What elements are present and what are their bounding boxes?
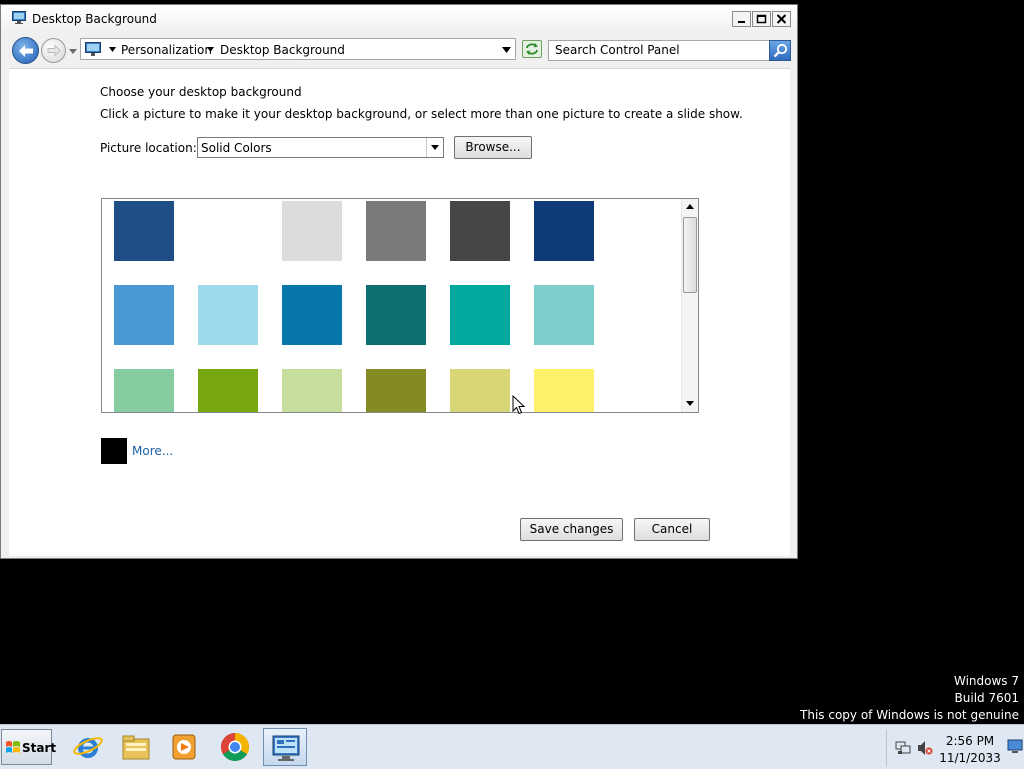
title-bar[interactable]: Desktop Background	[1, 5, 797, 32]
back-arrow-icon	[19, 45, 33, 57]
color-swatch[interactable]	[198, 285, 258, 345]
chevron-down-icon	[431, 145, 439, 150]
clock-date: 11/1/2033	[939, 751, 1001, 765]
color-swatch[interactable]	[114, 285, 174, 345]
maximize-icon	[756, 14, 767, 24]
chrome-icon	[221, 733, 249, 761]
browse-button[interactable]: Browse...	[454, 136, 532, 159]
scroll-down-arrow-icon	[686, 401, 694, 406]
content-pane: Choose your desktop background Click a p…	[9, 68, 790, 556]
recent-pages-chevron-icon[interactable]	[69, 49, 77, 54]
picture-location-label: Picture location:	[100, 141, 197, 155]
scroll-down-button[interactable]	[682, 396, 698, 412]
scroll-up-arrow-icon	[686, 204, 694, 209]
taskbar-control-panel[interactable]	[263, 728, 307, 766]
color-swatch[interactable]	[534, 369, 594, 412]
forward-button[interactable]	[41, 38, 66, 63]
more-colors-link[interactable]: More...	[132, 444, 173, 458]
mouse-cursor-icon	[512, 395, 525, 415]
watermark-genuine-notice: This copy of Windows is not genuine	[800, 708, 1019, 722]
refresh-button[interactable]	[522, 40, 542, 58]
color-swatch[interactable]	[282, 201, 342, 261]
window-title: Desktop Background	[32, 12, 157, 26]
search-button[interactable]	[769, 40, 791, 61]
breadcrumb-chevron-icon[interactable]	[109, 47, 116, 52]
scroll-up-button[interactable]	[682, 199, 698, 215]
volume-muted-icon[interactable]	[917, 740, 933, 756]
color-swatch[interactable]	[114, 201, 174, 261]
windows-flag-icon	[6, 741, 20, 753]
save-changes-button[interactable]: Save changes	[520, 518, 623, 541]
color-swatch[interactable]	[366, 285, 426, 345]
color-swatch-grid	[101, 198, 699, 413]
search-input[interactable]	[555, 43, 765, 57]
search-icon	[773, 43, 788, 58]
breadcrumb-chevron-icon[interactable]	[207, 47, 214, 52]
color-swatch[interactable]	[282, 369, 342, 412]
clock-time: 2:56 PM	[945, 734, 995, 748]
folder-icon	[122, 735, 150, 760]
show-desktop-icon[interactable]	[1007, 738, 1023, 754]
custom-color-swatch[interactable]	[101, 438, 127, 464]
color-swatch[interactable]	[366, 201, 426, 261]
system-clock[interactable]: 2:56 PM 11/1/2033	[935, 733, 1005, 767]
taskbar: Start 2:56 PM 11/1/2033	[0, 724, 1024, 769]
watermark-build: Build 7601	[954, 691, 1019, 705]
vertical-scrollbar[interactable]	[681, 199, 698, 412]
picture-location-select[interactable]: Solid Colors	[197, 137, 444, 158]
cancel-button[interactable]: Cancel	[634, 518, 710, 541]
breadcrumb-desktop-background[interactable]: Desktop Background	[220, 43, 345, 57]
activation-watermark: Windows 7 Build 7601 This copy of Window…	[800, 673, 1019, 724]
navigation-bar: Personalization Desktop Background	[1, 32, 797, 68]
taskbar-windows-explorer[interactable]	[114, 728, 158, 766]
color-swatch[interactable]	[114, 369, 174, 412]
network-icon[interactable]	[895, 740, 911, 756]
breadcrumb-personalization[interactable]: Personalization	[121, 43, 212, 57]
scrollbar-thumb[interactable]	[683, 217, 697, 293]
internet-explorer-icon	[73, 737, 103, 758]
control-panel-icon	[272, 735, 300, 761]
color-swatch[interactable]	[366, 369, 426, 412]
control-panel-icon	[85, 42, 101, 56]
control-panel-icon	[12, 11, 26, 24]
taskbar-chrome[interactable]	[213, 728, 257, 766]
minimize-button[interactable]	[732, 11, 751, 27]
forward-arrow-icon	[47, 44, 61, 57]
address-history-dropdown-icon[interactable]	[502, 47, 511, 53]
picture-location-dropdown-button[interactable]	[426, 138, 443, 157]
desktop-background-window: Desktop Background Personalization Deskt…	[0, 4, 798, 559]
search-box[interactable]	[548, 40, 791, 61]
close-icon	[776, 14, 787, 24]
picture-location-value: Solid Colors	[201, 141, 272, 155]
color-swatch[interactable]	[198, 369, 258, 412]
start-label: Start	[22, 741, 57, 755]
media-player-icon	[172, 734, 196, 760]
color-swatch[interactable]	[450, 285, 510, 345]
taskbar-media-player[interactable]	[162, 728, 206, 766]
color-swatch[interactable]	[450, 201, 510, 261]
refresh-icon	[526, 43, 538, 55]
start-button[interactable]: Start	[1, 729, 56, 765]
color-swatch[interactable]	[534, 285, 594, 345]
address-bar[interactable]: Personalization Desktop Background	[80, 38, 516, 60]
notification-area: 2:56 PM 11/1/2033	[886, 729, 1024, 767]
maximize-button[interactable]	[752, 11, 771, 27]
page-heading: Choose your desktop background	[100, 85, 302, 99]
color-swatch[interactable]	[450, 369, 510, 412]
back-button[interactable]	[12, 37, 39, 64]
watermark-os-name: Windows 7	[953, 674, 1019, 688]
color-swatch[interactable]	[198, 201, 258, 261]
page-instructions: Click a picture to make it your desktop …	[100, 107, 743, 121]
minimize-icon	[738, 21, 745, 23]
color-swatch[interactable]	[534, 201, 594, 261]
color-swatch[interactable]	[282, 285, 342, 345]
taskbar-internet-explorer[interactable]	[66, 728, 110, 766]
close-button[interactable]	[772, 11, 791, 27]
